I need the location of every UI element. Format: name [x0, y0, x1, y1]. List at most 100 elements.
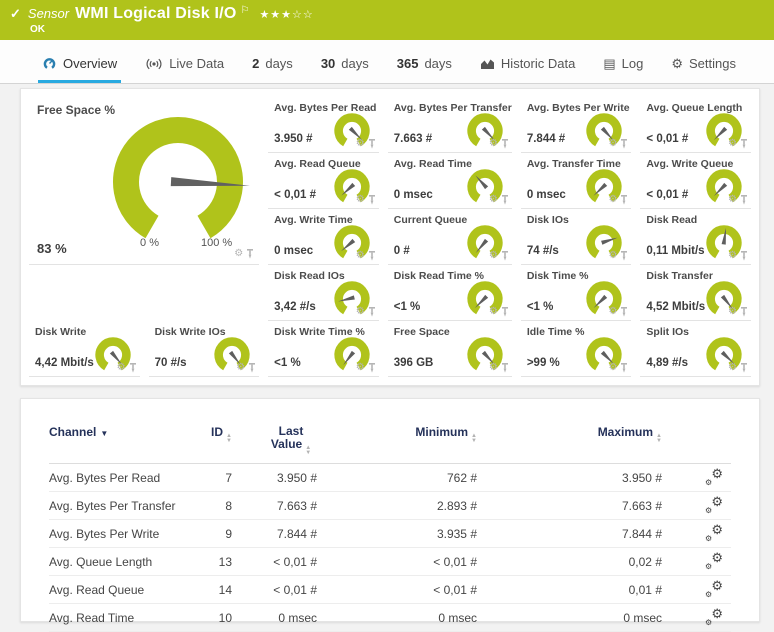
header-minimum[interactable]: Minimum▲▼	[317, 425, 477, 443]
gauge-disk-ios[interactable]: Disk IOs74 #/s⚙	[521, 209, 632, 265]
table-row-avg-queue-length[interactable]: Avg. Queue Length13< 0,01 #< 0,01 #0,02 …	[49, 548, 731, 576]
tab-historic-data[interactable]: Historic Data	[476, 56, 579, 83]
gear-icon[interactable]: ⚙	[728, 363, 737, 373]
tab-365-days[interactable]: 365 days	[393, 56, 456, 83]
gauge-avg-transfer-time[interactable]: Avg. Transfer Time0 msec⚙	[521, 153, 632, 209]
gear-icon[interactable]: ⚙	[356, 251, 365, 261]
gauge-current-queue[interactable]: Current Queue0 #⚙	[388, 209, 512, 265]
pin-icon[interactable]	[368, 363, 376, 373]
pin-icon[interactable]	[368, 195, 376, 205]
gear-icon[interactable]: ⚙	[489, 195, 498, 205]
pin-icon[interactable]	[501, 251, 509, 261]
gauge-avg-bytes-per-write[interactable]: Avg. Bytes Per Write7.844 #⚙	[521, 97, 632, 153]
cell-channel: Avg. Bytes Per Transfer	[49, 499, 204, 513]
gear-icon[interactable]: ⚙	[356, 307, 365, 317]
table-row-avg-bytes-per-read[interactable]: Avg. Bytes Per Read73.950 #762 #3.950 #⚙…	[49, 464, 731, 492]
gauge-avg-queue-length[interactable]: Avg. Queue Length< 0,01 #⚙	[640, 97, 751, 153]
gauge-avg-read-queue[interactable]: Avg. Read Queue< 0,01 #⚙	[268, 153, 379, 209]
gear-icon[interactable]: ⚙	[117, 363, 126, 373]
gauge-avg-bytes-per-read[interactable]: Avg. Bytes Per Read3.950 #⚙	[268, 97, 379, 153]
gear-icon[interactable]: ⚙	[356, 195, 365, 205]
gear-icon[interactable]: ⚙	[728, 251, 737, 261]
gauge-disk-read-time[interactable]: Disk Read Time %<1 %⚙	[388, 265, 512, 321]
table-row-avg-bytes-per-transfer[interactable]: Avg. Bytes Per Transfer87.663 #2.893 #7.…	[49, 492, 731, 520]
gear-icon[interactable]: ⚙	[608, 251, 617, 261]
pin-icon[interactable]	[740, 251, 748, 261]
channel-settings-icon[interactable]: ⚙⚙	[705, 496, 723, 512]
gauge-disk-write-time[interactable]: Disk Write Time %<1 %⚙	[268, 321, 379, 377]
gear-icon[interactable]: ⚙	[608, 139, 617, 149]
gauge-disk-write-ios[interactable]: Disk Write IOs70 #/s⚙	[149, 321, 260, 377]
gear-icon[interactable]: ⚙	[489, 139, 498, 149]
gear-icon[interactable]: ⚙	[489, 307, 498, 317]
gauge-disk-write[interactable]: Disk Write4,42 Mbit/s⚙	[29, 321, 140, 377]
tab-live-data[interactable]: Live Data	[141, 56, 228, 83]
pin-icon[interactable]	[246, 249, 254, 259]
pin-icon[interactable]	[620, 307, 628, 317]
priority-stars[interactable]: ★★★☆☆	[259, 8, 313, 21]
gauge-free-space[interactable]: Free Space396 GB⚙	[388, 321, 512, 377]
gear-icon[interactable]: ⚙	[489, 363, 498, 373]
pin-icon[interactable]	[620, 251, 628, 261]
gear-icon[interactable]: ⚙	[356, 363, 365, 373]
pin-icon[interactable]	[620, 363, 628, 373]
header-maximum[interactable]: Maximum▲▼	[477, 425, 662, 443]
cell-id: 8	[204, 499, 232, 513]
pin-icon[interactable]	[740, 307, 748, 317]
flag-icon[interactable]: ⚐	[240, 5, 249, 16]
pin-icon[interactable]	[368, 307, 376, 317]
pin-icon[interactable]	[501, 307, 509, 317]
channel-settings-icon[interactable]: ⚙⚙	[705, 580, 723, 596]
pin-icon[interactable]	[620, 139, 628, 149]
gauge-avg-write-queue[interactable]: Avg. Write Queue< 0,01 #⚙	[640, 153, 751, 209]
gauge-disk-read-ios[interactable]: Disk Read IOs3,42 #/s⚙	[268, 265, 379, 321]
gauge-disk-read[interactable]: Disk Read0,11 Mbit/s⚙	[640, 209, 751, 265]
header-id[interactable]: ID▲▼	[204, 425, 232, 443]
pin-icon[interactable]	[740, 139, 748, 149]
gear-icon[interactable]: ⚙	[608, 307, 617, 317]
gear-icon[interactable]: ⚙	[236, 363, 245, 373]
gauge-avg-read-time[interactable]: Avg. Read Time0 msec⚙	[388, 153, 512, 209]
tab-overview[interactable]: Overview	[38, 56, 121, 83]
pin-icon[interactable]	[501, 139, 509, 149]
pin-icon[interactable]	[368, 251, 376, 261]
cell-maximum: 7.844 #	[477, 527, 662, 541]
tab-30-days[interactable]: 30 days	[317, 56, 373, 83]
gear-icon[interactable]: ⚙	[728, 139, 737, 149]
channel-settings-icon[interactable]: ⚙⚙	[705, 468, 723, 484]
pin-icon[interactable]	[620, 195, 628, 205]
gauge-avg-write-time[interactable]: Avg. Write Time0 msec⚙	[268, 209, 379, 265]
table-row-avg-read-time[interactable]: Avg. Read Time100 msec0 msec0 msec⚙⚙	[49, 604, 731, 632]
channel-settings-icon[interactable]: ⚙⚙	[705, 552, 723, 568]
cell-id: 10	[204, 611, 232, 625]
gauge-idle-time[interactable]: Idle Time %>99 %⚙	[521, 321, 632, 377]
gauge-disk-transfer[interactable]: Disk Transfer4,52 Mbit/s⚙	[640, 265, 751, 321]
cell-channel: Avg. Queue Length	[49, 555, 204, 569]
gear-icon[interactable]: ⚙	[489, 251, 498, 261]
pin-icon[interactable]	[129, 363, 137, 373]
pin-icon[interactable]	[740, 363, 748, 373]
gauge-disk-time[interactable]: Disk Time %<1 %⚙	[521, 265, 632, 321]
gear-icon[interactable]: ⚙	[608, 195, 617, 205]
pin-icon[interactable]	[740, 195, 748, 205]
gear-icon[interactable]: ⚙	[728, 307, 737, 317]
gauge-free-space-percent[interactable]: Free Space % 0 % 100 % 83 % ⚙	[29, 97, 259, 265]
table-row-avg-read-queue[interactable]: Avg. Read Queue14< 0,01 #< 0,01 #0,01 #⚙…	[49, 576, 731, 604]
gear-icon[interactable]: ⚙	[234, 249, 243, 259]
tab-2-days[interactable]: 2 days	[248, 56, 297, 83]
pin-icon[interactable]	[248, 363, 256, 373]
gauge-split-ios[interactable]: Split IOs4,89 #/s⚙	[640, 321, 751, 377]
gear-icon[interactable]: ⚙	[356, 139, 365, 149]
tab-log[interactable]: ▤ Log	[599, 56, 647, 83]
pin-icon[interactable]	[501, 195, 509, 205]
table-row-avg-bytes-per-write[interactable]: Avg. Bytes Per Write97.844 #3.935 #7.844…	[49, 520, 731, 548]
pin-icon[interactable]	[368, 139, 376, 149]
header-last-value[interactable]: Last Value▲▼	[232, 425, 317, 455]
pin-icon[interactable]	[501, 363, 509, 373]
header-channel[interactable]: Channel▼	[49, 425, 204, 439]
gauge-avg-bytes-per-transfer[interactable]: Avg. Bytes Per Transfer7.663 #⚙	[388, 97, 512, 153]
gear-icon[interactable]: ⚙	[728, 195, 737, 205]
tab-settings[interactable]: ⚙ Settings	[667, 56, 740, 83]
gear-icon[interactable]: ⚙	[608, 363, 617, 373]
channel-settings-icon[interactable]: ⚙⚙	[705, 524, 723, 540]
